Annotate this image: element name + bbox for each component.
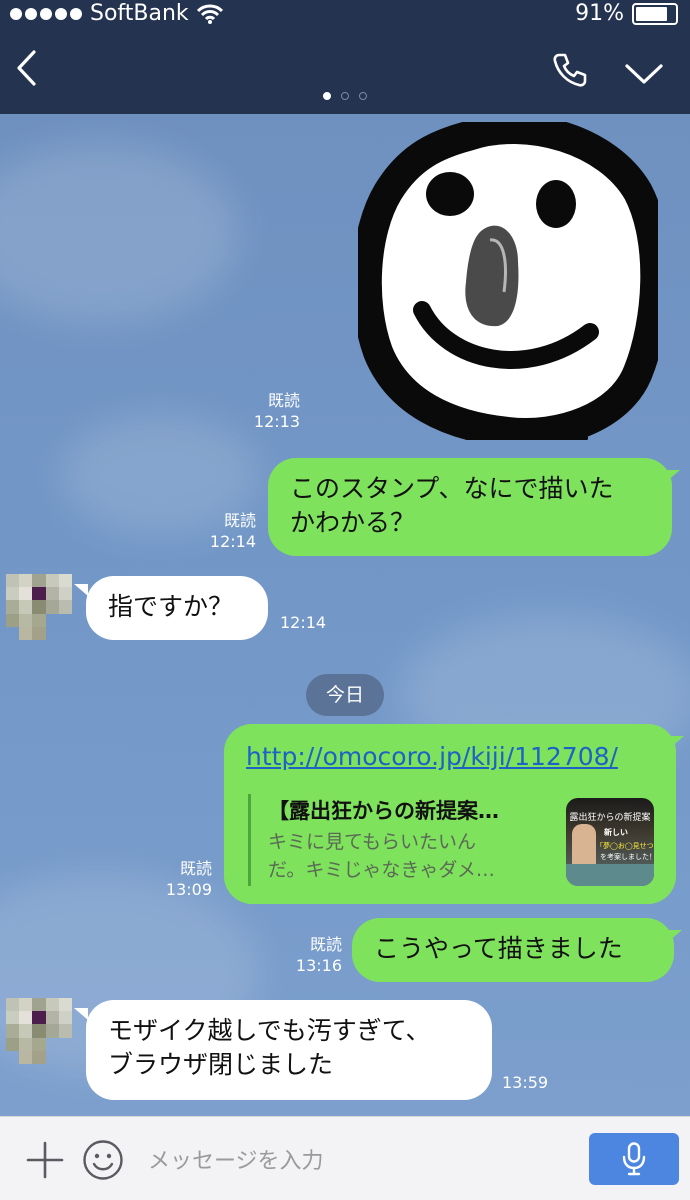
- carrier-label: SoftBank: [90, 1, 189, 26]
- smiley-sticker[interactable]: [358, 122, 658, 440]
- timestamp: 12:13: [253, 412, 300, 431]
- emoji-icon[interactable]: [82, 1139, 124, 1181]
- message-line: 指ですか？: [108, 592, 234, 621]
- message-meta: 既読 13:16: [282, 934, 342, 976]
- mic-button[interactable]: [589, 1133, 679, 1185]
- chat-area[interactable]: 既読 12:13 既読 12:14 このスタンプ、なにで描いた かわかる？ 指で…: [0, 114, 690, 1116]
- timestamp: 13:09: [165, 880, 212, 899]
- timestamp: 13:59: [502, 1073, 549, 1092]
- timestamp: 13:16: [295, 956, 342, 975]
- page-indicator: [0, 92, 690, 100]
- message-line: かわかる？: [290, 508, 416, 537]
- link-message-bubble[interactable]: http://omocoro.jp/kiji/112708/ 【露出狂からの新提…: [224, 724, 676, 904]
- message-meta: 13:59: [502, 1072, 562, 1093]
- message-meta: 12:14: [280, 612, 340, 633]
- message-line: モザイク越しでも汚すぎて、: [108, 1016, 431, 1045]
- message-input[interactable]: メッセージを入力: [148, 1143, 324, 1175]
- link-preview-desc-line: だ。キミじゃなきゃダメ…: [268, 859, 495, 881]
- link-thumbnail[interactable]: 露出狂からの新提案 新しい 「夢◯お◯見せつけ方」 を考案しました！: [566, 798, 654, 886]
- battery-percent: 91%: [575, 1, 624, 26]
- avatar[interactable]: [6, 998, 72, 1064]
- message-meta: 既読 12:14: [196, 510, 256, 552]
- message-bubble[interactable]: こうやって描きました: [352, 918, 674, 982]
- status-bar: SoftBank 91%: [0, 0, 690, 30]
- read-receipt: 既読: [309, 935, 342, 954]
- message-line: こうやって描きました: [374, 934, 623, 963]
- message-line: このスタンプ、なにで描いた: [290, 474, 614, 503]
- link-preview-title: 【露出狂からの新提案…: [268, 799, 499, 823]
- wifi-icon: [196, 4, 223, 24]
- message-meta: 既読 13:09: [152, 858, 212, 900]
- mic-icon: [622, 1142, 646, 1176]
- read-receipt: 既読: [179, 859, 212, 878]
- dropdown-chevron-icon[interactable]: [624, 62, 664, 86]
- plus-icon[interactable]: [26, 1141, 64, 1179]
- message-bubble[interactable]: 指ですか？: [86, 576, 268, 640]
- chat-header: [0, 30, 690, 114]
- phone-icon[interactable]: [552, 52, 588, 88]
- message-input-bar: メッセージを入力: [0, 1116, 690, 1200]
- link-preview[interactable]: 【露出狂からの新提案… キミに見てもらいたいん だ。キミじゃなきゃダメ…: [248, 794, 548, 886]
- message-link[interactable]: http://omocoro.jp/kiji/112708/: [246, 742, 618, 771]
- battery-icon: [632, 2, 678, 25]
- read-receipt: 既読: [267, 391, 300, 410]
- message-line: ブラウザ閉じました: [108, 1050, 334, 1079]
- timestamp: 12:14: [209, 532, 256, 551]
- read-receipt: 既読: [223, 511, 256, 530]
- back-chevron-icon[interactable]: [14, 48, 38, 88]
- link-preview-desc-line: キミに見てもらいたいん: [268, 831, 477, 853]
- signal-strength-icon: [10, 7, 82, 20]
- avatar[interactable]: [6, 574, 72, 640]
- message-meta: 既読 12:13: [240, 390, 300, 432]
- date-separator: 今日: [306, 674, 384, 716]
- message-bubble[interactable]: モザイク越しでも汚すぎて、 ブラウザ閉じました: [86, 1000, 492, 1100]
- message-bubble[interactable]: このスタンプ、なにで描いた かわかる？: [268, 458, 672, 556]
- timestamp: 12:14: [280, 613, 327, 632]
